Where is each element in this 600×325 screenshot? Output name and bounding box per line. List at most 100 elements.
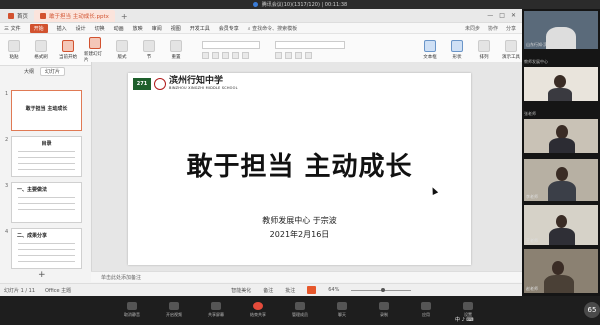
menu-slideshow[interactable]: 放映 [133, 25, 143, 32]
menu-start[interactable]: 开始 [29, 23, 48, 33]
menu-animation[interactable]: 动画 [114, 25, 124, 32]
tab-slides[interactable]: 幻灯片 [40, 66, 66, 76]
participant-video[interactable]: 赵老师 [524, 249, 598, 293]
menu-design[interactable]: 设计 [76, 25, 86, 32]
minimize-icon[interactable]: — [487, 12, 493, 19]
menu-member[interactable]: 会员专享 [219, 25, 239, 32]
participant-video[interactable] [524, 119, 598, 153]
add-slide-button[interactable]: + [38, 270, 46, 280]
shape-button[interactable]: 形状 [446, 39, 468, 60]
tab-bar: 首页 敢于担当 主动成长.pptx + — □ ✕ [0, 9, 522, 23]
layout-label: 版式 [117, 54, 127, 60]
text-line [18, 157, 75, 158]
play-from-current-label: 当前开始 [59, 54, 77, 60]
zoom-slider[interactable] [351, 287, 412, 292]
sync-status[interactable]: 未同步 [465, 25, 480, 32]
slideshow-play-icon[interactable] [307, 286, 317, 294]
slide-thumbnail[interactable]: 3 一、主要做法 [5, 182, 82, 223]
font-family-select[interactable] [202, 40, 260, 49]
participant-video[interactable]: 李老师 [524, 159, 598, 201]
paragraph-controls[interactable] [275, 40, 345, 49]
play-from-current-button[interactable]: 当前开始 [57, 39, 79, 60]
arrange-button[interactable]: 排列 [473, 39, 495, 60]
paste-icon [8, 39, 20, 52]
new-slide-button[interactable]: 新建幻灯片 [84, 36, 106, 63]
text-line [18, 243, 75, 244]
participant-video[interactable] [524, 67, 598, 101]
slide-thumbnail-title: 二、成果分享 [17, 233, 48, 239]
font-color-button[interactable] [242, 51, 249, 59]
align-center-button[interactable] [285, 51, 292, 59]
input-method-bar[interactable]: 中 ♪ ⌨ [455, 316, 474, 323]
new-tab-button[interactable]: + [115, 10, 134, 22]
participant-figure [544, 275, 574, 293]
collaborate-button[interactable]: 协作 [488, 25, 498, 32]
text-line [18, 203, 75, 204]
italic-button[interactable] [212, 51, 219, 59]
notes-toggle[interactable]: 备注 [263, 287, 273, 294]
tab-document[interactable]: 敢于担当 主动成长.pptx [34, 10, 115, 22]
comment-toggle[interactable]: 批注 [285, 287, 295, 294]
unmute-button[interactable]: 取消静音 [120, 302, 144, 318]
align-right-button[interactable] [295, 51, 302, 59]
align-left-button[interactable] [275, 51, 282, 59]
tab-document-label: 敢于担当 主动成长.pptx [49, 14, 109, 20]
start-video-button[interactable]: 开启视频 [162, 302, 186, 318]
record-button[interactable]: 录制 [372, 302, 396, 318]
slide-date[interactable]: 2021年2月16日 [128, 229, 471, 240]
menu-file[interactable]: 三 文件 [4, 25, 21, 32]
menu-review[interactable]: 审阅 [152, 25, 162, 32]
section-button[interactable]: 节 [138, 39, 160, 60]
reset-button[interactable]: 重置 [165, 39, 187, 60]
apps-button[interactable]: 应用 [414, 302, 438, 318]
strikethrough-button[interactable] [232, 51, 239, 59]
tab-home[interactable]: 首页 [2, 10, 34, 22]
reset-label: 重置 [171, 54, 181, 60]
underline-button[interactable] [222, 51, 229, 59]
menu-developer[interactable]: 开发工具 [190, 25, 210, 32]
participant-name: 教师发展中心 [524, 59, 548, 64]
notes-pane[interactable]: 单击此处添加备注 [91, 271, 522, 282]
slide-canvas[interactable]: 271 滨州行知中学 BINZHOU XINGZHI MIDDLE SCHOOL… [128, 73, 471, 265]
presentation-tools-button[interactable]: 演示工具 [500, 39, 522, 60]
chat-button[interactable]: 聊天 [330, 302, 354, 318]
justify-button[interactable] [305, 51, 312, 59]
align-buttons [275, 51, 345, 59]
menu-insert[interactable]: 插入 [57, 25, 67, 32]
slide-title[interactable]: 敢于担当 主动成长 [128, 146, 471, 183]
manage-members-button[interactable]: 管理成员 [288, 302, 312, 318]
school-name: 滨州行知中学 BINZHOU XINGZHI MIDDLE SCHOOL [169, 77, 238, 91]
slide-author[interactable]: 教师发展中心 于宗波 [128, 215, 471, 226]
zoom-slider-handle[interactable] [381, 287, 386, 292]
textbox-button[interactable]: 文本框 [419, 39, 441, 60]
share-button[interactable]: 分享 [506, 25, 516, 32]
close-icon[interactable]: ✕ [511, 12, 516, 19]
slide-number: 2 [5, 137, 9, 143]
participant-name: 李老师 [526, 194, 538, 199]
stop-share-button[interactable]: 结束共享 [246, 302, 270, 318]
share-screen-button[interactable]: 共享屏幕 [204, 302, 228, 318]
section-label: 节 [146, 54, 152, 60]
network-speed-badge[interactable]: 65 [584, 302, 600, 318]
zoom-level[interactable]: 64% [328, 287, 339, 293]
reset-icon [170, 39, 182, 52]
slide-thumbnail[interactable]: 4 二、成果分享 [5, 228, 82, 269]
paste-label: 粘贴 [9, 54, 19, 60]
paste-button[interactable]: 粘贴 [3, 39, 25, 60]
format-painter-label: 格式刷 [34, 54, 48, 60]
participant-video[interactable]: 王老师 [524, 205, 598, 245]
maximize-icon[interactable]: □ [499, 12, 505, 19]
layout-button[interactable]: 版式 [111, 39, 133, 60]
slide-thumbnail[interactable]: 2 目录 [5, 136, 82, 177]
participant-figure [549, 138, 575, 153]
menu-transition[interactable]: 切换 [95, 25, 105, 32]
mouse-pointer-icon [429, 186, 439, 195]
format-painter-button[interactable]: 格式刷 [30, 39, 52, 60]
slide-thumbnail[interactable]: 1 敢于担当 主动成长 [5, 90, 82, 131]
smart-beautify-button[interactable]: 智能美化 [231, 287, 251, 294]
menu-view[interactable]: 视图 [171, 25, 181, 32]
command-search[interactable]: ⌕ 查找命令、搜索模板 [248, 25, 297, 32]
bold-button[interactable] [202, 51, 209, 59]
tab-outline[interactable]: 大纲 [24, 68, 34, 75]
participant-video[interactable]: 山东行知·滨州行知中学 [524, 11, 598, 49]
